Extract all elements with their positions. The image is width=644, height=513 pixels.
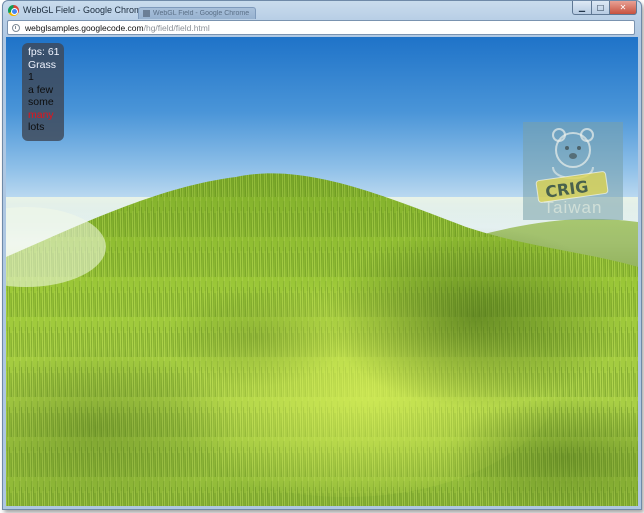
grass-option-lots[interactable]: lots (28, 121, 64, 134)
stats-panel: fps: 61 Grass 1 a few some many lots (22, 43, 64, 141)
grass-option-a-few[interactable]: a few (28, 84, 64, 97)
watermark-text: Taiwan (543, 198, 603, 217)
grass-heading: Grass (28, 58, 57, 71)
maximize-icon: □ (596, 3, 605, 12)
url-path: /hg/field/field.html (143, 22, 210, 33)
grass-option-1[interactable]: 1 (28, 71, 64, 84)
fps-counter: fps: 61 (28, 46, 60, 58)
title-bar: WebGL Field - Google Chrome (3, 1, 641, 19)
page-icon (12, 23, 20, 32)
watermark-logo: CRIG Taiwan (523, 122, 623, 220)
url-text[interactable]: webglsamples.googlecode.com/hg/field/fie… (25, 23, 210, 33)
background-tab[interactable]: WebGL Field - Google Chrome (138, 7, 256, 19)
minimize-button[interactable]: ▁ (572, 1, 592, 15)
address-bar[interactable]: webglsamples.googlecode.com/hg/field/fie… (7, 20, 635, 35)
close-button[interactable]: ✕ (610, 1, 637, 15)
window-controls: ▁ □ ✕ (572, 1, 637, 15)
webgl-canvas[interactable]: fps: 61 Grass 1 a few some many lots CRI… (6, 37, 638, 506)
grass-field-scene (6, 173, 638, 506)
chrome-logo-icon (8, 4, 19, 16)
grass-option-some[interactable]: some (28, 96, 64, 109)
window-title: WebGL Field - Google Chrome (23, 5, 147, 15)
minimize-icon: ▁ (578, 3, 586, 12)
close-icon: ✕ (619, 3, 627, 12)
grass-option-many[interactable]: many (28, 109, 64, 122)
browser-window: WebGL Field - Google Chrome WebGL Field … (2, 0, 642, 510)
url-host: webglsamples.googlecode.com (25, 22, 144, 33)
maximize-button[interactable]: □ (592, 1, 610, 15)
background-tab-title: WebGL Field - Google Chrome (153, 10, 250, 17)
tab-favicon-icon (143, 10, 150, 17)
